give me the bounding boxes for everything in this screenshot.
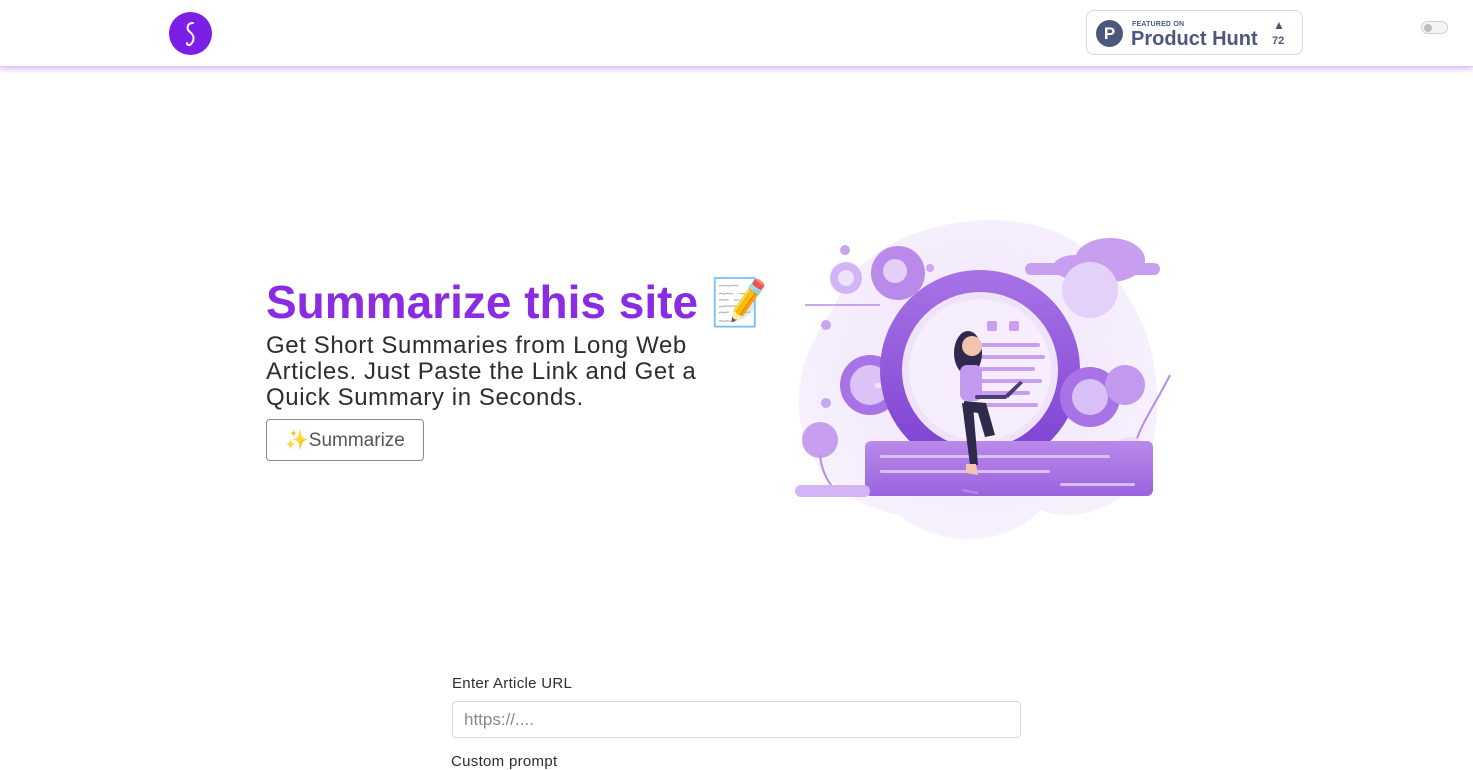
hero-title: Summarize this site 📝 [266, 276, 769, 328]
product-hunt-featured-label: FEATURED ON [1132, 21, 1185, 28]
site-logo[interactable] [169, 12, 212, 55]
s-logo-icon [185, 21, 194, 46]
product-hunt-logo-icon: P [1096, 20, 1123, 47]
product-hunt-badge[interactable]: P FEATURED ON Product Hunt ▲ 72 [1086, 10, 1303, 55]
article-url-input[interactable] [452, 701, 1021, 738]
product-hunt-name: Product Hunt [1131, 28, 1258, 50]
hero-subtitle: Get Short Summaries from Long Web Articl… [266, 332, 697, 411]
top-navbar: P FEATURED ON Product Hunt ▲ 72 [0, 0, 1473, 67]
article-url-label: Enter Article URL [452, 675, 573, 692]
woman-with-laptop-illustration [795, 220, 1171, 539]
toggle-switch-icon [1424, 24, 1432, 32]
custom-prompt-label: Custom prompt [451, 753, 558, 770]
upvote-count: 72 [1272, 35, 1285, 47]
summarize-button[interactable]: ✨Summarize [266, 419, 424, 461]
upvote-arrow-icon: ▲ [1273, 18, 1285, 32]
theme-toggle[interactable] [1421, 21, 1448, 34]
